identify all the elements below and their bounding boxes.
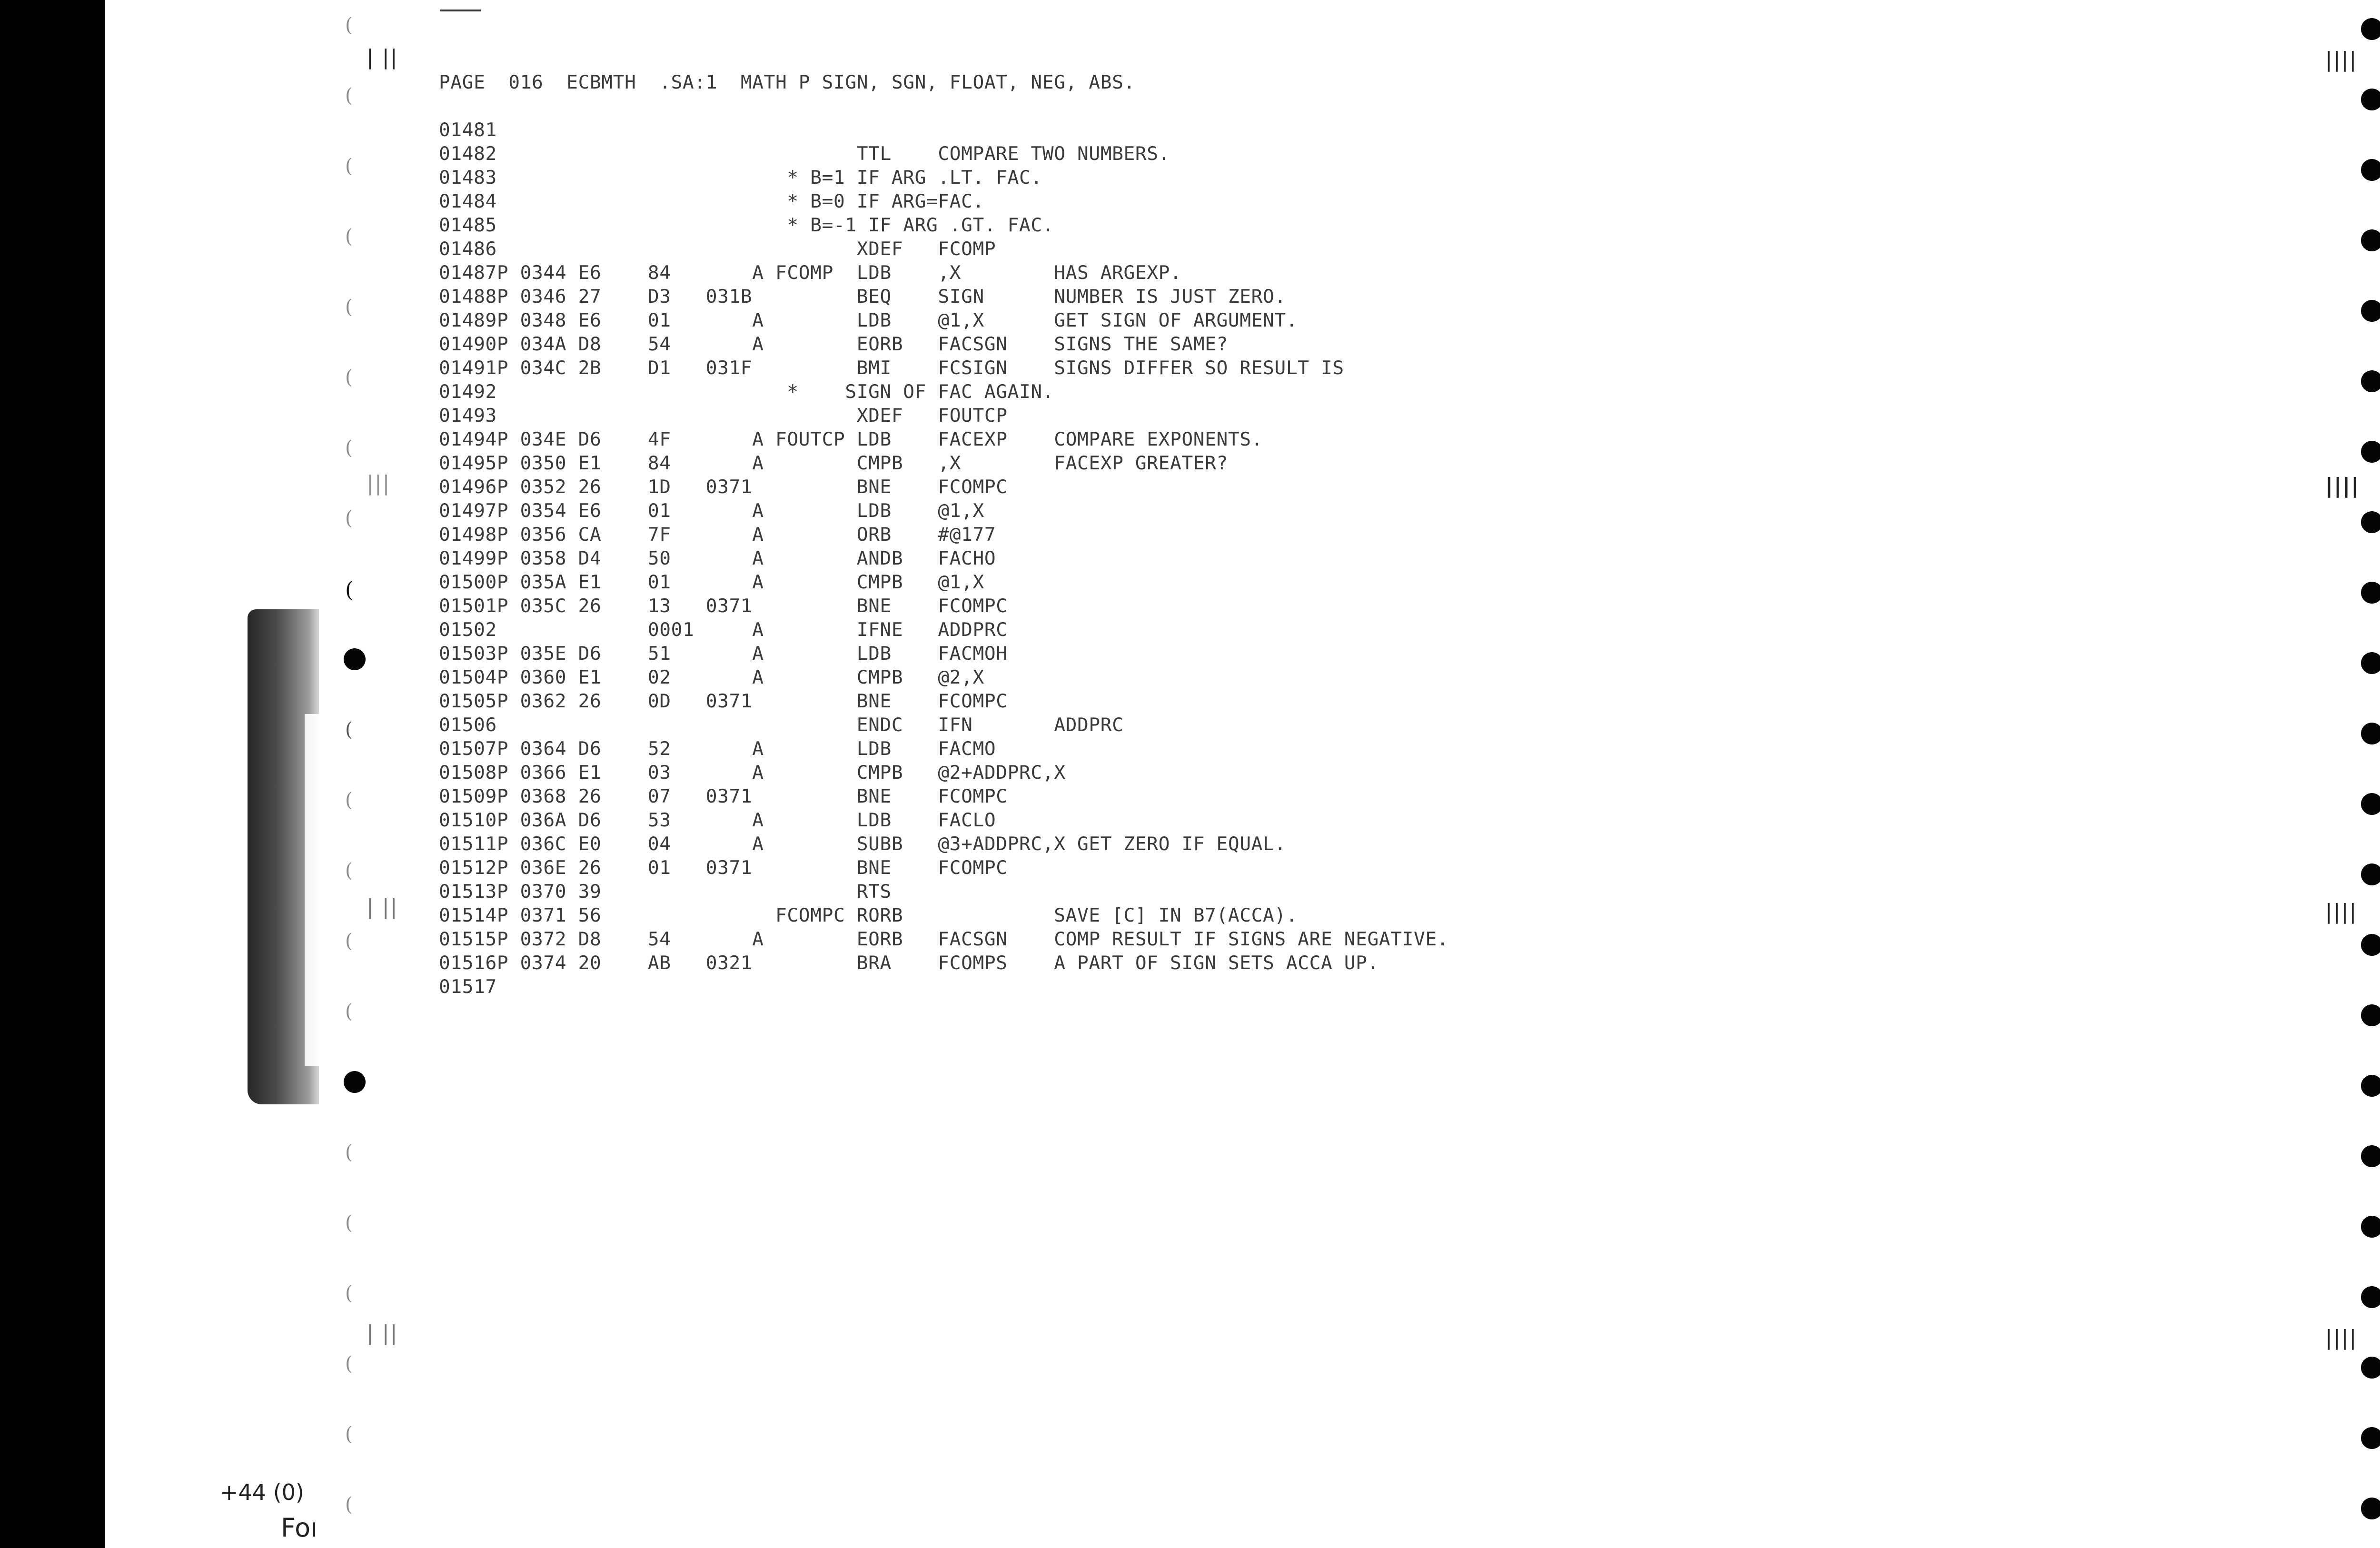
listing-line: 01516P 0374 20 AB 0321 BRA FCOMPS A PART… <box>439 952 1379 974</box>
tractor-hole <box>2361 1145 2380 1167</box>
tractor-hole-mark: ( <box>345 1001 353 1022</box>
tractor-hole-mark: ( <box>345 930 353 952</box>
tractor-hole <box>2361 441 2380 463</box>
listing-line: 01492 * SIGN OF FAC AGAIN. <box>439 381 1054 403</box>
top-rule <box>440 10 481 11</box>
tractor-hole <box>344 648 366 670</box>
tractor-hole <box>2361 1286 2380 1308</box>
tractor-hole-mark: ( <box>345 85 353 107</box>
listing-line: 01499P 0358 D4 50 A ANDB FACHO <box>439 547 996 569</box>
tractor-hole <box>2361 1427 2380 1449</box>
tractor-hole <box>2361 934 2380 956</box>
margin-text-fragment: Foı <box>281 1513 318 1543</box>
listing-line: 01502 0001 A IFNE ADDPRC <box>439 619 1008 641</box>
listing-line: 01485 * B=-1 IF ARG .GT. FAC. <box>439 214 1054 236</box>
tractor-hole <box>2361 511 2380 533</box>
listing-line: 01514P 0371 56 FCOMPC RORB SAVE [C] IN B… <box>439 904 1298 926</box>
tractor-hole-mark: ( <box>345 1423 353 1445</box>
listing-line: 01512P 036E 26 01 0371 BNE FCOMPC <box>439 857 1008 879</box>
tractor-hole-mark: ( <box>345 1212 353 1234</box>
perforation-mark: |||| <box>2325 474 2360 498</box>
listing-line: 01515P 0372 D8 54 A EORB FACSGN COMP RES… <box>439 928 1449 950</box>
listing-line: 01511P 036C E0 04 A SUBB @3+ADDPRC,X GET… <box>439 833 1286 855</box>
tractor-hole-mark: ( <box>345 437 353 459</box>
tractor-hole <box>2361 370 2380 392</box>
perforation-mark: | || <box>367 895 398 919</box>
listing-line: 01493 XDEF FOUTCP <box>439 405 1008 427</box>
tractor-hole-mark: ( <box>345 155 353 177</box>
tractor-hole-mark: ( <box>345 507 353 529</box>
listing-line: 01510P 036A D6 53 A LDB FACLO <box>439 809 996 831</box>
listing-line: 01496P 0352 26 1D 0371 BNE FCOMPC <box>439 476 1008 498</box>
tractor-hole <box>2361 863 2380 885</box>
listing-line: 01503P 035E D6 51 A LDB FACMOH <box>439 643 1008 665</box>
tractor-hole <box>2361 582 2380 604</box>
perforation-mark: | || <box>367 45 398 69</box>
listing-line: 01506 ENDC IFN ADDPRC <box>439 714 1124 736</box>
tractor-hole-mark: ( <box>345 296 353 318</box>
perforation-mark: |||| <box>2325 48 2358 72</box>
tractor-hole-mark: ( <box>345 1353 353 1375</box>
tractor-hole-mark: ( <box>345 578 354 602</box>
listing-line: 01507P 0364 D6 52 A LDB FACMO <box>439 738 996 760</box>
listing-line: 01491P 034C 2B D1 031F BMI FCSIGN SIGNS … <box>439 357 1344 379</box>
listing-line: 01483 * B=1 IF ARG .LT. FAC. <box>439 167 1042 189</box>
margin-text-phone: +44 (0) <box>220 1479 304 1505</box>
listing-line: 01497P 0354 E6 01 A LDB @1,X <box>439 500 984 522</box>
perforation-mark: | || <box>367 1321 398 1345</box>
tractor-hole <box>2361 1498 2380 1519</box>
tractor-hole <box>2361 652 2380 674</box>
tractor-hole-mark: ( <box>345 1282 353 1304</box>
perforation-mark: |||| <box>2325 1326 2358 1350</box>
listing-line: 01495P 0350 E1 84 A CMPB ,X FACEXP GREAT… <box>439 452 1228 474</box>
listing-line: 01505P 0362 26 0D 0371 BNE FCOMPC <box>439 690 1008 712</box>
listing-line: 01509P 0368 26 07 0371 BNE FCOMPC <box>439 785 1008 807</box>
tractor-hole <box>344 1071 366 1093</box>
tractor-hole <box>2361 18 2380 40</box>
tractor-hole-mark: ( <box>345 1494 353 1516</box>
listing-line: 01508P 0366 E1 03 A CMPB @2+ADDPRC,X <box>439 762 1066 784</box>
tractor-hole <box>2361 723 2380 744</box>
tractor-hole-mark: ( <box>345 1141 353 1163</box>
tractor-hole-mark: ( <box>345 789 353 811</box>
listing-line: 01482 TTL COMPARE TWO NUMBERS. <box>439 143 1170 165</box>
tractor-hole-mark: ( <box>345 860 353 882</box>
tractor-hole <box>2361 1216 2380 1238</box>
listing-line: 01489P 0348 E6 01 A LDB @1,X GET SIGN OF… <box>439 309 1298 331</box>
scan-background-left <box>0 0 119 1548</box>
listing-line: 01500P 035A E1 01 A CMPB @1,X <box>439 571 984 593</box>
listing-line: 01498P 0356 CA 7F A ORB #@177 <box>439 524 996 546</box>
tractor-hole <box>2361 1357 2380 1379</box>
tractor-hole <box>2361 793 2380 815</box>
listing-line: 01501P 035C 26 13 0371 BNE FCOMPC <box>439 595 1008 617</box>
tractor-hole <box>2361 89 2380 110</box>
tractor-hole <box>2361 159 2380 181</box>
perforation-mark: ||| <box>367 471 391 496</box>
listing-line: 01486 XDEF FCOMP <box>439 238 996 260</box>
listing-line: 01513P 0370 39 RTS <box>439 881 892 903</box>
tractor-hole-mark: ( <box>345 719 353 741</box>
background-object-edge <box>305 714 319 1066</box>
listing-line: 01488P 0346 27 D3 031B BEQ SIGN NUMBER I… <box>439 286 1286 308</box>
listing-line: 01494P 034E D6 4F A FOUTCP LDB FACEXP CO… <box>439 428 1263 450</box>
tractor-hole-mark: ( <box>345 14 353 36</box>
tractor-hole-mark: ( <box>345 226 353 248</box>
tractor-hole <box>2361 1004 2380 1026</box>
listing-line: 01487P 0344 E6 84 A FCOMP LDB ,X HAS ARG… <box>439 262 1182 284</box>
listing-line: 01517 <box>439 976 497 998</box>
listing-line: 01481 <box>439 119 497 141</box>
tractor-hole-mark: ( <box>345 367 353 388</box>
page-header: PAGE 016 ECBMTH .SA:1 MATH P SIGN, SGN, … <box>439 71 1135 93</box>
tractor-hole <box>2361 1075 2380 1097</box>
listing-line: 01504P 0360 E1 02 A CMPB @2,X <box>439 666 984 688</box>
tractor-hole <box>2361 300 2380 322</box>
listing-line: 01490P 034A D8 54 A EORB FACSGN SIGNS TH… <box>439 333 1228 355</box>
listing-line: 01484 * B=0 IF ARG=FAC. <box>439 190 984 212</box>
perforation-mark: |||| <box>2325 900 2358 924</box>
tractor-hole <box>2361 229 2380 251</box>
